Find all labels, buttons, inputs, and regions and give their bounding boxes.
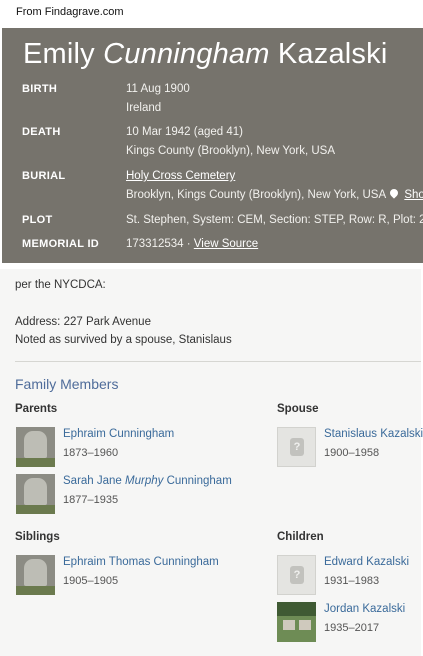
map-pin-icon[interactable] xyxy=(388,187,400,199)
parent-name[interactable]: Sarah Jane Murphy Cunningham xyxy=(63,475,232,487)
birth-place: Ireland xyxy=(126,102,162,114)
burial-place: Brooklyn, Kings County (Brooklyn), New Y… xyxy=(126,189,387,201)
headstone-photo[interactable] xyxy=(16,555,55,595)
show-map-link[interactable]: Sho xyxy=(404,189,423,201)
death-label: DEATH xyxy=(22,126,61,138)
bio-line-1: per the NYCDCA: xyxy=(15,279,106,291)
sibling-name[interactable]: Ephraim Thomas Cunningham xyxy=(63,556,219,568)
burial-place-line: Brooklyn, Kings County (Brooklyn), New Y… xyxy=(126,186,423,205)
death-place: Kings County (Brooklyn), New York, USA xyxy=(126,145,336,157)
family-members-heading: Family Members xyxy=(15,376,119,392)
plot-label: PLOT xyxy=(22,214,53,226)
memorial-name: Emily Cunningham Kazalski xyxy=(23,38,387,71)
cemetery-link[interactable]: Holy Cross Cemetery xyxy=(126,170,235,182)
view-source-link[interactable]: View Source xyxy=(194,238,258,250)
grave-photo[interactable] xyxy=(277,602,316,642)
first-name: Emily xyxy=(23,38,95,70)
source-label: From Findagrave.com xyxy=(16,6,124,18)
bio-line-2: Address: 227 Park Avenue xyxy=(15,316,151,328)
birth-date: 11 Aug 1900 xyxy=(126,83,190,95)
spouse-heading: Spouse xyxy=(277,403,319,415)
headstone-photo[interactable] xyxy=(16,427,55,467)
last-name: Kazalski xyxy=(277,38,388,70)
question-photo-icon[interactable]: ? xyxy=(277,427,316,467)
memorial-header: Emily Cunningham Kazalski BIRTH 11 Aug 1… xyxy=(2,28,423,263)
siblings-heading: Siblings xyxy=(15,531,60,543)
memorial-id-value: 173312534 · xyxy=(126,238,191,250)
spouse-years: 1900–1958 xyxy=(324,447,380,459)
parent-years: 1873–1960 xyxy=(63,447,119,459)
sibling-years: 1905–1905 xyxy=(63,575,119,587)
headstone-photo[interactable] xyxy=(16,474,55,514)
child-name[interactable]: Edward Kazalski xyxy=(324,556,409,568)
child-years: 1935–2017 xyxy=(324,622,380,634)
burial-label: BURIAL xyxy=(22,170,66,182)
parent-years: 1877–1935 xyxy=(63,494,119,506)
parent-name[interactable]: Ephraim Cunningham xyxy=(63,428,174,440)
question-photo-icon[interactable]: ? xyxy=(277,555,316,595)
bio-line-3: Noted as survived by a spouse, Stanislau… xyxy=(15,334,232,346)
parents-heading: Parents xyxy=(15,403,58,415)
section-divider xyxy=(15,361,421,362)
child-name[interactable]: Jordan Kazalski xyxy=(324,603,405,615)
spouse-name[interactable]: Stanislaus Kazalski xyxy=(324,428,423,440)
child-years: 1931–1983 xyxy=(324,575,380,587)
death-date: 10 Mar 1942 (aged 41) xyxy=(126,126,243,138)
children-heading: Children xyxy=(277,531,324,543)
memorial-id-label: MEMORIAL ID xyxy=(22,238,100,250)
memorial-body: per the NYCDCA: Address: 227 Park Avenue… xyxy=(0,269,423,656)
plot-value: St. Stephen, System: CEM, Section: STEP,… xyxy=(126,214,423,226)
birth-label: BIRTH xyxy=(22,83,58,95)
middle-name: Cunningham xyxy=(103,38,270,70)
